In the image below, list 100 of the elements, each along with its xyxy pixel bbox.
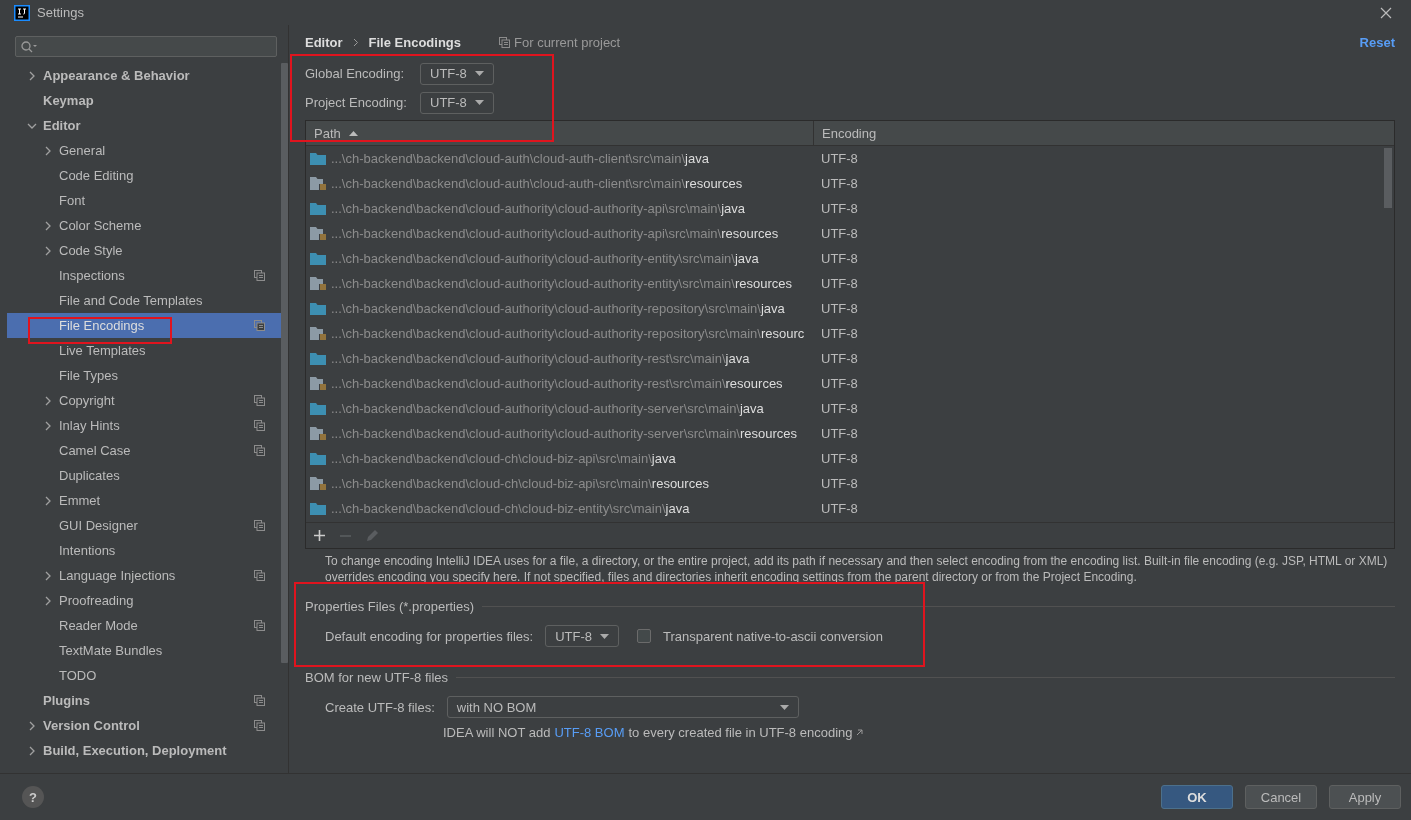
edit-icon[interactable] [366, 529, 379, 542]
section-title: Properties Files (*.properties) [305, 599, 475, 614]
add-icon[interactable] [314, 530, 325, 541]
copy-icon [254, 420, 265, 431]
tree-item[interactable]: Copyright [7, 388, 281, 413]
field-label: Project Encoding: [305, 95, 408, 110]
copy-icon [254, 445, 265, 456]
tree-item[interactable]: Reader Mode [7, 613, 281, 638]
tree-item[interactable]: TODO [7, 663, 281, 688]
folder-icon [310, 402, 326, 415]
dialog-button[interactable]: Apply [1329, 785, 1401, 809]
help-button[interactable]: ? [22, 786, 44, 808]
tree-item[interactable]: Duplicates [7, 463, 281, 488]
scope-note: For current project [514, 34, 621, 50]
tree-item[interactable]: General [7, 138, 281, 163]
field-label: Global Encoding: [305, 66, 405, 81]
copy-icon [254, 720, 265, 731]
tree-item[interactable]: Version Control [7, 713, 281, 738]
encoding-cell: UTF-8 [821, 351, 858, 366]
tree-item[interactable]: Keymap [7, 88, 281, 113]
tree-item[interactable]: Live Templates [7, 338, 281, 363]
path-cell: ...\ch-backend\backend\cloud-ch\cloud-biz-api\src\main\resources [331, 476, 709, 491]
tree-item[interactable]: Color Scheme [7, 213, 281, 238]
tree-item[interactable]: Editor [7, 113, 281, 138]
scrollbar[interactable] [281, 63, 288, 663]
note-text: to every created file in UTF-8 encoding [628, 725, 853, 740]
breadcrumb-item: File Encodings [368, 34, 462, 50]
path-cell: ...\ch-backend\backend\cloud-ch\cloud-biz-api\src\main\java [331, 451, 676, 466]
path-cell: ...\ch-backend\backend\cloud-auth\cloud-auth-client\src\main\java [331, 151, 709, 166]
field-label: Create UTF-8 files: [325, 699, 435, 715]
tree-item[interactable]: Inspections [7, 263, 281, 288]
resource-folder-icon [310, 176, 326, 191]
tree-item[interactable]: Code Editing [7, 163, 281, 188]
folder-icon [310, 302, 326, 315]
encoding-dropdown[interactable]: UTF-8 [420, 91, 494, 114]
tree-item[interactable]: Build, Execution, Deployment [7, 738, 281, 763]
column-header[interactable]: Path [306, 121, 814, 145]
tree-item[interactable]: TextMate Bundles [7, 638, 281, 663]
bom-dropdown[interactable]: with NO BOM [446, 696, 799, 718]
tree-item[interactable]: Language Injections [7, 563, 281, 588]
copy-icon [254, 270, 265, 281]
resource-folder-icon [310, 226, 326, 241]
tree-item[interactable]: Emmet [7, 488, 281, 513]
tree-item[interactable]: File Types [7, 363, 281, 388]
dialog-button[interactable]: OK [1161, 785, 1233, 809]
caret-icon [599, 633, 609, 639]
path-cell: ...\ch-backend\backend\cloud-auth\cloud-auth-client\src\main\resources [331, 176, 743, 191]
caret-icon [474, 100, 484, 105]
checkbox[interactable] [636, 629, 651, 643]
tree-item[interactable]: Code Style [7, 238, 281, 263]
resource-folder-icon [310, 426, 326, 441]
tree-item[interactable]: File Encodings [7, 313, 281, 338]
close-icon[interactable] [1380, 6, 1392, 19]
reset-link[interactable]: Reset [1359, 34, 1395, 50]
copy-icon [254, 695, 265, 706]
tree-item[interactable]: Font [7, 188, 281, 213]
encoding-cell: UTF-8 [821, 201, 858, 216]
dialog-button[interactable]: Cancel [1245, 785, 1317, 809]
path-cell: ...\ch-backend\backend\cloud-authority\cloud-authority-server\src\main\java [331, 401, 764, 416]
scrollbar[interactable] [1384, 148, 1392, 208]
copy-icon [254, 520, 265, 531]
external-link-icon[interactable] [856, 729, 864, 736]
tree-item[interactable]: Intentions [7, 538, 281, 563]
path-cell: ...\ch-backend\backend\cloud-ch\cloud-biz-entity\src\main\java [331, 501, 690, 516]
window-title: Settings [37, 5, 84, 20]
bom-link[interactable]: UTF-8 BOM [554, 725, 625, 740]
sort-arrow-icon [348, 130, 358, 136]
folder-icon [310, 352, 326, 365]
path-cell: ...\ch-backend\backend\cloud-authority\cloud-authority-api\src\main\java [331, 201, 746, 216]
search-field[interactable] [15, 36, 277, 57]
column-header[interactable]: Encoding [814, 121, 1394, 145]
encoding-cell: UTF-8 [821, 401, 858, 416]
encoding-cell: UTF-8 [821, 326, 858, 341]
folder-icon [310, 502, 326, 515]
encoding-cell: UTF-8 [821, 451, 858, 466]
resource-folder-icon [310, 376, 326, 391]
search-icon [21, 40, 37, 53]
tree-item[interactable]: File and Code Templates [7, 288, 281, 313]
encoding-cell: UTF-8 [821, 251, 858, 266]
encoding-cell: UTF-8 [821, 276, 858, 291]
tree-item[interactable]: Camel Case [7, 438, 281, 463]
tree-item[interactable]: Appearance & Behavior [7, 63, 281, 88]
app-logo-icon [14, 4, 30, 21]
encoding-cell: UTF-8 [821, 176, 858, 191]
checkbox-label: Transparent native-to-ascii conversion [662, 628, 883, 644]
encoding-cell: UTF-8 [821, 476, 858, 491]
tree-item[interactable]: Proofreading [7, 588, 281, 613]
tree-item[interactable]: Inlay Hints [7, 413, 281, 438]
section-title: BOM for new UTF-8 files [305, 670, 449, 685]
path-cell: ...\ch-backend\backend\cloud-authority\cloud-authority-repository\src\main\resourc [331, 326, 805, 341]
tree-item[interactable]: GUI Designer [7, 513, 281, 538]
encoding-dropdown[interactable]: UTF-8 [545, 625, 619, 647]
resource-folder-icon [310, 476, 326, 491]
copy-icon [254, 570, 265, 581]
path-cell: ...\ch-backend\backend\cloud-authority\cloud-authority-rest\src\main\java [331, 351, 750, 366]
folder-icon [310, 202, 326, 215]
tree-item[interactable]: Plugins [7, 688, 281, 713]
encoding-cell: UTF-8 [821, 226, 858, 241]
encoding-dropdown[interactable]: UTF-8 [420, 62, 494, 85]
copy-icon [499, 36, 511, 48]
